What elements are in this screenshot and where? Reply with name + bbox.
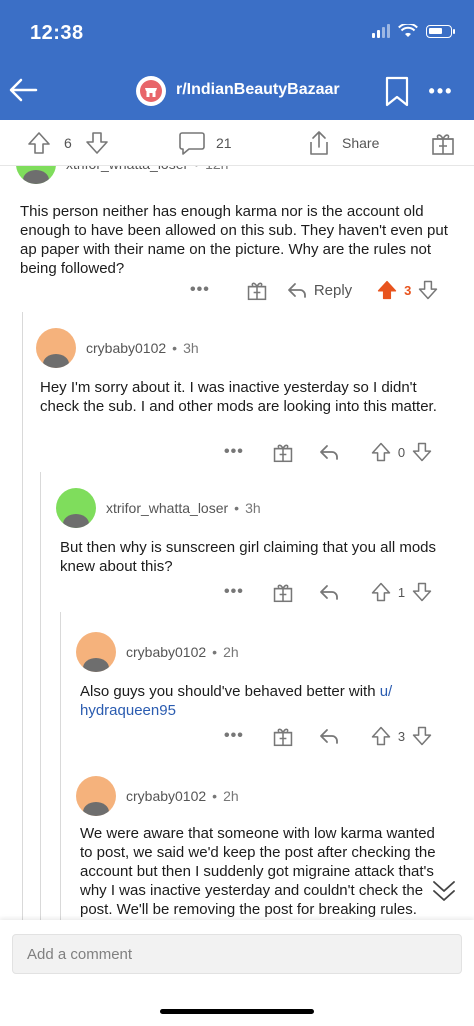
comment-actions: ••• 3 <box>224 724 454 748</box>
comment-username[interactable]: crybaby0102 <box>126 788 206 804</box>
comment-age: 12h <box>205 166 228 172</box>
upvote-icon[interactable] <box>370 441 392 463</box>
share-button[interactable]: Share <box>306 129 379 157</box>
reply-icon[interactable] <box>318 442 340 462</box>
comment-age: 3h <box>183 340 199 356</box>
comment-thread: xtrifor_whatta_loser • 12h This person n… <box>0 166 474 920</box>
comment-actions: ••• 0 <box>224 440 454 464</box>
award-button[interactable] <box>430 130 456 156</box>
comment-username[interactable]: xtrifor_whatta_loser <box>66 166 188 172</box>
upvote-icon[interactable] <box>376 279 398 301</box>
subreddit-icon[interactable] <box>136 76 166 106</box>
comment-header: xtrifor_whatta_loser • 3h <box>56 488 261 528</box>
comment-body: But then why is sunscreen girl claiming … <box>60 539 437 575</box>
vote-count: 0 <box>397 444 406 460</box>
share-icon <box>310 131 328 155</box>
gift-icon[interactable] <box>272 725 294 747</box>
subreddit-title[interactable]: r/IndianBeautyBazaar <box>176 81 340 99</box>
bottom-bar <box>0 920 474 1026</box>
comment-input[interactable] <box>12 934 462 974</box>
reply-button[interactable]: Reply <box>286 280 352 300</box>
post-action-bar: 6 21 Share <box>0 120 474 166</box>
back-button[interactable] <box>6 72 46 108</box>
vote-count: 3 <box>404 282 412 298</box>
comment-body: We were aware that someone with low karm… <box>80 825 436 918</box>
more-button[interactable]: ••• <box>424 76 458 106</box>
comment-header: crybaby0102 • 2h <box>76 632 239 672</box>
gift-icon[interactable] <box>272 581 294 603</box>
reply-icon[interactable] <box>318 582 340 602</box>
downvote-icon[interactable] <box>411 581 433 603</box>
avatar[interactable] <box>36 328 76 368</box>
comment-header: crybaby0102 • 3h <box>36 328 199 368</box>
comment-count: 21 <box>216 135 232 151</box>
vote-count: 3 <box>397 728 406 744</box>
reply-icon <box>287 283 306 298</box>
comment: crybaby0102 • 3h Hey I'm sorry about it.… <box>0 324 474 470</box>
gift-icon <box>432 134 454 155</box>
reply-icon[interactable] <box>318 726 340 746</box>
wifi-icon <box>398 24 418 37</box>
comment-body: Hey I'm sorry about it. I was inactive y… <box>40 379 437 415</box>
reply-label: Reply <box>313 281 353 299</box>
bookmark-button[interactable] <box>384 76 412 108</box>
gift-icon[interactable] <box>246 279 268 301</box>
battery-icon <box>426 24 455 38</box>
double-chevron-down-icon <box>433 881 455 901</box>
status-icons <box>372 24 455 38</box>
comment-icon <box>179 132 205 155</box>
storefront-icon <box>140 80 162 102</box>
downvote-icon[interactable] <box>411 725 433 747</box>
more-options-icon[interactable]: ••• <box>224 727 244 745</box>
downvote-icon[interactable] <box>417 279 439 301</box>
post-vote-group: 6 <box>26 130 110 156</box>
comment: crybaby0102 • 2h Also guys you should've… <box>0 628 474 758</box>
more-options-icon[interactable]: ••• <box>190 281 210 299</box>
avatar[interactable] <box>76 776 116 816</box>
comment-username[interactable]: crybaby0102 <box>86 340 166 356</box>
comment-age: 2h <box>223 644 239 660</box>
vote-count: 1 <box>397 584 406 600</box>
comments-button[interactable]: 21 <box>178 130 232 156</box>
more-icon: ••• <box>428 80 454 101</box>
upvote-icon[interactable] <box>370 725 392 747</box>
comment-username[interactable]: xtrifor_whatta_loser <box>106 500 228 516</box>
avatar[interactable] <box>56 488 96 528</box>
back-arrow-icon <box>9 78 38 102</box>
comment-body: Also guys you should've behaved better w… <box>80 683 393 719</box>
comment: crybaby0102 • 2h We were aware that some… <box>0 772 474 920</box>
comment-header: xtrifor_whatta_loser • 12h <box>16 166 228 184</box>
comment-actions: ••• 1 <box>224 580 454 604</box>
comment: xtrifor_whatta_loser • 3h But then why i… <box>0 484 474 614</box>
more-options-icon[interactable]: ••• <box>224 443 244 461</box>
comment: xtrifor_whatta_loser • 12h This person n… <box>0 166 474 306</box>
comment-header: crybaby0102 • 2h <box>76 776 239 816</box>
gift-icon[interactable] <box>272 441 294 463</box>
upvote-icon[interactable] <box>370 581 392 603</box>
comment-actions: ••• Reply 3 <box>190 278 450 302</box>
downvote-icon[interactable] <box>411 441 433 463</box>
scroll-down-button[interactable] <box>430 878 458 904</box>
avatar[interactable] <box>76 632 116 672</box>
post-vote-count: 6 <box>64 135 72 151</box>
app-header: 12:38 r/IndianBeautyBazaar ••• <box>0 0 474 120</box>
share-label: Share <box>342 135 380 151</box>
signal-icon <box>372 24 390 38</box>
avatar[interactable] <box>16 166 56 184</box>
bookmark-icon <box>385 76 409 107</box>
downvote-icon[interactable] <box>84 130 110 156</box>
home-indicator <box>160 1009 314 1014</box>
comment-username[interactable]: crybaby0102 <box>126 644 206 660</box>
more-options-icon[interactable]: ••• <box>224 583 244 601</box>
status-time: 12:38 <box>30 22 84 44</box>
comment-age: 2h <box>223 788 239 804</box>
comment-body: This person neither has enough karma nor… <box>20 203 448 277</box>
comment-age: 3h <box>245 500 261 516</box>
upvote-icon[interactable] <box>26 130 52 156</box>
nav-row: r/IndianBeautyBazaar ••• <box>0 68 474 112</box>
